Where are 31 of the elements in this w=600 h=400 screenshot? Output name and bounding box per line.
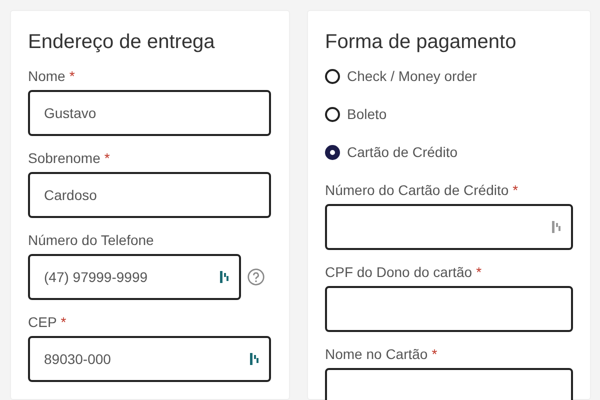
input-field[interactable]: (47) 97999-9999: [28, 254, 241, 300]
input-field[interactable]: Gustavo: [28, 90, 271, 136]
field-label: Nome no Cartão: [325, 346, 428, 362]
radio-label[interactable]: Check / Money order: [347, 68, 477, 84]
field-label: Número do Cartão de Crédito: [325, 182, 509, 198]
radio-label[interactable]: Boleto: [347, 106, 387, 122]
input-field[interactable]: Cardoso: [28, 172, 271, 218]
required-mark: *: [60, 314, 66, 330]
radio-button[interactable]: [325, 68, 340, 84]
field-label: Nome: [28, 68, 66, 84]
required-mark: *: [69, 68, 75, 84]
radio-label[interactable]: Cartão de Crédito: [347, 144, 458, 160]
section-title: Endereço de entrega: [28, 31, 216, 54]
input-field[interactable]: [325, 204, 573, 250]
radio-button[interactable]: [325, 144, 340, 160]
required-mark: *: [476, 264, 482, 280]
help-icon[interactable]: [247, 268, 265, 286]
autofill-icon[interactable]: [219, 270, 229, 284]
autofill-icon[interactable]: [551, 220, 561, 234]
autofill-icon[interactable]: [249, 352, 259, 366]
section-title: Forma de pagamento: [325, 31, 518, 54]
required-mark: *: [512, 182, 518, 198]
input-field[interactable]: [325, 286, 573, 332]
field-label: Sobrenome: [28, 150, 100, 166]
field-label: CEP: [28, 314, 57, 330]
input-field[interactable]: 89030-000: [28, 336, 271, 382]
required-mark: *: [432, 346, 438, 362]
field-label: CPF do Dono do cartão: [325, 264, 472, 280]
radio-button[interactable]: [325, 106, 340, 122]
required-mark: *: [104, 150, 110, 166]
field-label: Número do Telefone: [28, 232, 154, 248]
